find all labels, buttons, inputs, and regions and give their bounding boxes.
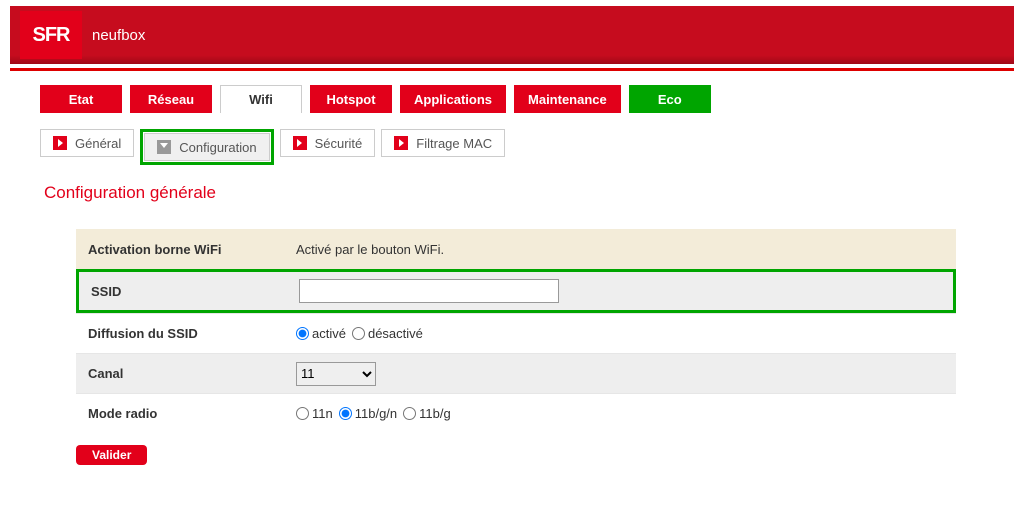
tab-reseau[interactable]: Réseau: [130, 85, 212, 113]
radio-label: 11b/g/n: [355, 406, 397, 421]
row-diffusion: Diffusion du SSID activé désactivé: [76, 313, 956, 353]
radio-mode-11n[interactable]: 11n: [296, 406, 333, 421]
arrow-right-icon: [53, 136, 67, 150]
tab-maintenance[interactable]: Maintenance: [514, 85, 621, 113]
highlight-configuration: Configuration: [140, 129, 273, 165]
label-mode-radio: Mode radio: [76, 406, 286, 421]
canal-select[interactable]: 11: [296, 362, 376, 386]
label-diffusion: Diffusion du SSID: [76, 326, 286, 341]
value-activation: Activé par le bouton WiFi.: [286, 242, 956, 257]
radio-diffusion-active[interactable]: activé: [296, 326, 346, 341]
subtab-label: Sécurité: [315, 136, 363, 151]
radio-label: désactivé: [368, 326, 423, 341]
logo: SFR: [20, 11, 82, 59]
header-divider: [10, 68, 1014, 71]
tab-eco[interactable]: Eco: [629, 85, 711, 113]
subtab-general[interactable]: Général: [40, 129, 134, 157]
radio-mode-11bgn[interactable]: 11b/g/n: [339, 406, 397, 421]
row-activation: Activation borne WiFi Activé par le bout…: [76, 229, 956, 269]
radio-label: activé: [312, 326, 346, 341]
label-activation: Activation borne WiFi: [76, 242, 286, 257]
label-canal: Canal: [76, 366, 286, 381]
row-ssid: SSID: [76, 269, 956, 313]
section-title: Configuration générale: [44, 183, 1014, 203]
main-tabs: Etat Réseau Wifi Hotspot Applications Ma…: [40, 85, 1014, 113]
header: SFR neufbox: [10, 6, 1014, 64]
subtab-securite[interactable]: Sécurité: [280, 129, 376, 157]
config-table: Activation borne WiFi Activé par le bout…: [76, 229, 956, 433]
sub-tabs: Général Configuration Sécurité Filtrage …: [40, 129, 1014, 165]
label-ssid: SSID: [79, 284, 289, 299]
subtab-configuration[interactable]: Configuration: [144, 133, 269, 161]
row-mode-radio: Mode radio 11n 11b/g/n 11b/g: [76, 393, 956, 433]
tab-hotspot[interactable]: Hotspot: [310, 85, 392, 113]
tab-etat[interactable]: Etat: [40, 85, 122, 113]
subtab-label: Général: [75, 136, 121, 151]
radio-mode-11bg-input[interactable]: [403, 407, 416, 420]
subtab-label: Filtrage MAC: [416, 136, 492, 151]
radio-label: 11b/g: [419, 406, 451, 421]
row-canal: Canal 11: [76, 353, 956, 393]
valider-button[interactable]: Valider: [76, 445, 147, 465]
radio-diffusion-desactive[interactable]: désactivé: [352, 326, 423, 341]
radio-mode-11bgn-input[interactable]: [339, 407, 352, 420]
tab-wifi[interactable]: Wifi: [220, 85, 302, 113]
subtab-label: Configuration: [179, 140, 256, 155]
radio-label: 11n: [312, 406, 333, 421]
arrow-right-icon: [394, 136, 408, 150]
subtab-filtrage[interactable]: Filtrage MAC: [381, 129, 505, 157]
arrow-down-icon: [157, 140, 171, 154]
radio-mode-11n-input[interactable]: [296, 407, 309, 420]
arrow-right-icon: [293, 136, 307, 150]
radio-diffusion-desactive-input[interactable]: [352, 327, 365, 340]
product-title: neufbox: [92, 27, 145, 44]
radio-mode-11bg[interactable]: 11b/g: [403, 406, 451, 421]
radio-diffusion-active-input[interactable]: [296, 327, 309, 340]
logo-text: SFR: [33, 24, 70, 47]
tab-applications[interactable]: Applications: [400, 85, 506, 113]
ssid-input[interactable]: [299, 279, 559, 303]
